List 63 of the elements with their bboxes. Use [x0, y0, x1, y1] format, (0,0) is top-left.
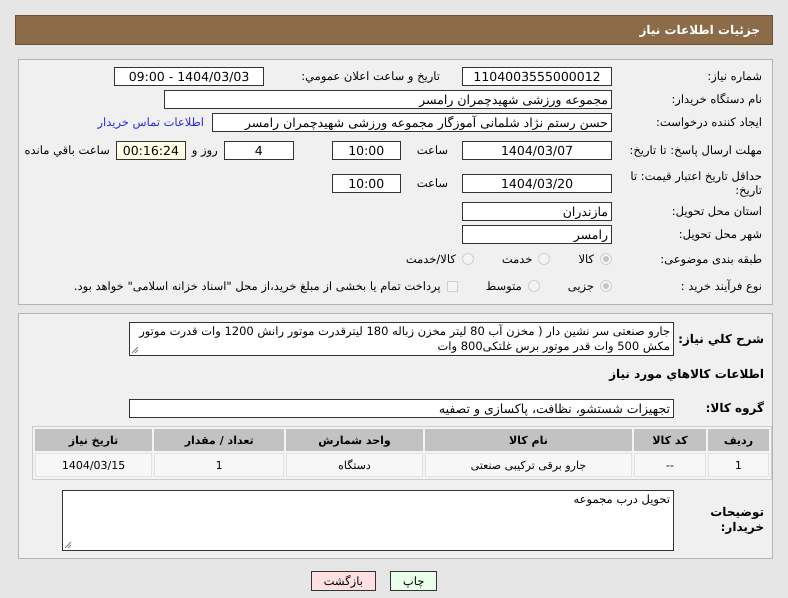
radio-label: متوسط: [486, 279, 522, 293]
field-label: طبقه بندی موضوعی:: [659, 252, 762, 266]
page-title: جزئیات اطلاعات نیاز: [639, 23, 760, 37]
field-label: شهر محل تحویل:: [678, 226, 762, 242]
section-title: اطلاعات کالاهاي مورد نیاز: [608, 366, 765, 382]
radio-button[interactable]: [600, 280, 612, 292]
remaining-time-field[interactable]: 00:16:24: [116, 140, 186, 160]
back-button[interactable]: بازگشت: [310, 571, 376, 591]
column-header: تاریخ نیاز: [35, 429, 152, 451]
field-label: تاریخ و ساعت اعلان عمومي:: [300, 68, 440, 84]
print-button[interactable]: چاپ: [390, 571, 438, 591]
buyer-org-field[interactable]: مجموعه ورزشی شهیدچمران رامسر: [164, 90, 612, 108]
table-cell: 1: [154, 453, 284, 477]
radio-label: کالا: [578, 252, 594, 266]
validity-date-field[interactable]: 1404/03/20: [462, 174, 612, 192]
field-label: استان محل تحویل:: [670, 204, 762, 218]
remaining-label: ساعت باقي مانده: [24, 143, 110, 157]
field-label: توضیحات خریدار:: [709, 505, 765, 535]
column-header: ردیف: [708, 429, 769, 451]
radio-label: جزیی: [568, 279, 594, 293]
radio-button[interactable]: [528, 280, 540, 292]
days-field[interactable]: 4: [224, 140, 294, 160]
time-label: ساعت: [416, 143, 448, 157]
buyer-contact-link[interactable]: اطلاعات تماس خریدار: [97, 115, 204, 129]
province-field[interactable]: مازندران: [462, 202, 612, 220]
creator-field[interactable]: حسن رستم نژاد شلمانی آموزگار مجموعه ورزشی شهیدچمران رامسر: [212, 112, 612, 132]
resize-grip-icon: [64, 540, 72, 548]
checkbox-label: پرداخت تمام یا بخشی از مبلغ خرید،از محل "اسناد خزانه اسلامی" خواهد بود.: [74, 279, 441, 293]
column-header: کد کالا: [634, 429, 706, 451]
column-header: تعداد / مقدار: [154, 429, 284, 451]
column-header: واحد شمارش: [286, 429, 423, 451]
column-header: نام کالا: [424, 429, 632, 451]
time-label: ساعت: [416, 176, 448, 190]
field-label: نام دستگاه خریدار:: [670, 92, 762, 106]
field-label: گروه کالا:: [704, 400, 765, 416]
radio-label: خدمت: [502, 252, 532, 266]
table-cell: 1: [708, 453, 769, 477]
radio-button[interactable]: [600, 253, 612, 265]
field-label: مهلت ارسال پاسخ: تا تاریخ:: [628, 142, 762, 158]
table-cell: جارو برقی ترکیبی صنعتی: [424, 453, 632, 477]
goods-group-field[interactable]: تجهیزات شستشو، نظافت، پاکسازی و تصفیه: [129, 398, 674, 418]
reply-time-field[interactable]: 10:00: [332, 140, 401, 160]
table-cell: --: [634, 453, 706, 477]
field-label: شماره نیاز:: [706, 68, 762, 84]
radio-button[interactable]: [538, 253, 550, 265]
reply-date-field[interactable]: 1404/03/07: [462, 140, 612, 160]
validity-time-field[interactable]: 10:00: [332, 174, 401, 192]
radio-button[interactable]: [462, 253, 474, 265]
field-label: حداقل تاریخ اعتبار قیمت: تا تاریخ:: [629, 168, 762, 198]
resize-grip-icon: [131, 346, 139, 354]
radio-label: کالا/خدمت: [406, 252, 456, 266]
buyer-notes-textarea[interactable]: تحویل درب مجموعه: [62, 490, 674, 550]
field-label: ایجاد کننده درخواست:: [655, 114, 762, 130]
announce-date-field[interactable]: 1404/03/03 - 09:00: [114, 66, 264, 86]
need-number-field[interactable]: 1104003555000012: [462, 66, 612, 86]
city-field[interactable]: رامسر: [462, 224, 612, 244]
field-label: نوع فرآیند خرید :: [680, 278, 762, 294]
description-textarea[interactable]: جارو صنعتی سر نشین دار ( مخزن آب 80 لیتر مخزن زباله 180 لیترقدرت موتور رانش 1200 وات قدرت موتور مکش 500 وات قدر موتور برس غلتکی800 وات: [129, 322, 674, 356]
days-label: روز و: [192, 143, 218, 157]
field-label: شرح کلي نیاز:: [677, 332, 765, 346]
checkbox[interactable]: [446, 280, 458, 292]
table-cell: دستگاه: [286, 453, 423, 477]
table-cell: 1404/03/15: [35, 453, 152, 477]
